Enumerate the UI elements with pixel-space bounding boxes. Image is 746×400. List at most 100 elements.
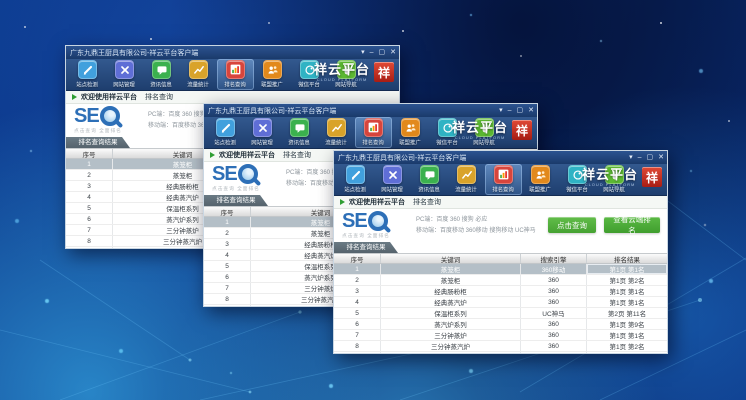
cloud-rank-button[interactable]: 查看云端排名 <box>604 217 660 233</box>
seo-letters: SE <box>74 106 99 126</box>
close-icon[interactable]: ✕ <box>528 107 534 114</box>
cell-keyword: 经典肠粉柜 <box>381 286 521 296</box>
cell-index: 5 <box>334 308 381 318</box>
toolbar-item-site-manage[interactable]: 网站管理 <box>374 164 411 195</box>
cell-engine: 360移动 <box>521 264 587 274</box>
desktop-background: 广东九鼎王厨具有限公司-祥云平台客户端 ▾–▢✕ 站点检测网站管理资讯信息流量统… <box>0 0 746 400</box>
table-row[interactable]: 6蒸汽炉系列360第1页 第9名 <box>334 319 667 330</box>
cell-engine: 360 <box>521 341 587 351</box>
maximize-icon[interactable]: ▢ <box>647 154 654 161</box>
brand-name: 祥云平台 <box>452 121 508 134</box>
cell-keyword: 三分钟蒸炉 <box>381 330 521 340</box>
cell-rank: 第1页 第1名 <box>587 286 667 296</box>
cell-index: 8 <box>334 341 381 351</box>
welcome-text: 欢迎使用祥云平台 <box>349 197 405 207</box>
site-check-icon <box>78 60 97 79</box>
tab-rank-results[interactable]: 排名查询结果 <box>66 137 130 148</box>
toolbar-item-alliance-promo[interactable]: 联盟推广 <box>392 117 429 148</box>
close-icon[interactable]: ✕ <box>390 49 396 56</box>
info-message-icon <box>152 60 171 79</box>
toolbar-item-site-manage[interactable]: 网站管理 <box>244 117 281 148</box>
titlebar[interactable]: 广东九鼎王厨具有限公司-祥云平台客户端 ▾–▢✕ <box>204 104 537 117</box>
site-check-icon <box>346 165 365 184</box>
cell-engine: 360 <box>521 319 587 329</box>
toolbar-item-label: 流量统计 <box>326 138 348 146</box>
close-icon[interactable]: ✕ <box>658 154 664 161</box>
rank-table: 序号关键词搜索引擎排名结果 1蒸笼柜360移动第1页 第1名2蒸笼柜360第1页… <box>334 253 667 354</box>
titlebar[interactable]: 广东九鼎王厨具有限公司-祥云平台客户端 ▾–▢✕ <box>66 46 399 59</box>
cell-index: 9 <box>66 247 113 249</box>
table-row[interactable]: 7三分钟蒸炉360第1页 第1名 <box>334 330 667 341</box>
toolbar-item-rank-query[interactable]: 排名查询 <box>355 117 392 148</box>
table-row[interactable]: 9智能蒸汽蒸炉搜狗第1页 第1名 <box>334 352 667 354</box>
cell-index: 7 <box>204 283 251 293</box>
cell-keyword: 蒸汽炉系列 <box>381 319 521 329</box>
toolbar-item-info-message[interactable]: 资讯信息 <box>281 117 318 148</box>
minimize-icon[interactable]: – <box>370 49 374 56</box>
toolbar-item-info-message[interactable]: 资讯信息 <box>411 164 448 195</box>
minimize-icon[interactable]: – <box>638 154 642 161</box>
tab-rank-results[interactable]: 排名查询结果 <box>334 242 398 253</box>
tab-strip: 排名查询结果 <box>334 242 667 253</box>
toolbar-item-label: 流量统计 <box>188 80 210 88</box>
titlebar[interactable]: 广东九鼎王厨具有限公司-祥云平台客户端 ▾–▢ ✕ <box>334 151 667 164</box>
query-button[interactable]: 点击查询 <box>548 217 596 233</box>
toolbar-item-label: 排名查询 <box>493 185 515 193</box>
welcome-bar: 欢迎使用祥云平台 排名查询 <box>334 196 667 209</box>
toolbar-item-traffic-stats[interactable]: 流量统计 <box>318 117 355 148</box>
maximize-icon[interactable]: ▢ <box>517 107 524 114</box>
toolbar-item-site-check[interactable]: 站点检测 <box>207 117 244 148</box>
brand-logo: 祥云平台 CLOUD PLATFORM 祥 <box>452 120 532 140</box>
window-title: 广东九鼎王厨具有限公司-祥云平台客户端 <box>338 153 466 163</box>
toolbar: 站点检测网站管理资讯信息流量统计排名查询联盟推广微信平台网站导航 祥云平台 CL… <box>204 117 537 149</box>
toolbar-item-label: 联盟推广 <box>400 138 422 146</box>
section-label: 排名查询 <box>283 150 311 160</box>
toolbar-item-site-check[interactable]: 站点检测 <box>69 59 106 90</box>
seo-letters: SE <box>212 164 237 184</box>
table-row[interactable]: 8三分钟蒸汽炉360第1页 第2名 <box>334 341 667 352</box>
toolbar-item-alliance-promo[interactable]: 联盟推广 <box>254 59 291 90</box>
toolbar-item-site-manage[interactable]: 网站管理 <box>106 59 143 90</box>
menu-arrow-icon[interactable]: ▾ <box>629 154 633 161</box>
table-row[interactable]: 5保温柜系列UC神马第2页 第11名 <box>334 308 667 319</box>
brand-subtitle: CLOUD PLATFORM <box>582 182 638 187</box>
table-row[interactable]: 1蒸笼柜360移动第1页 第1名 <box>334 264 667 275</box>
tab-rank-results[interactable]: 排名查询结果 <box>204 195 268 206</box>
toolbar-item-alliance-promo[interactable]: 联盟推广 <box>522 164 559 195</box>
toolbar-item-site-check[interactable]: 站点检测 <box>337 164 374 195</box>
toolbar-item-rank-query[interactable]: 排名查询 <box>485 164 522 195</box>
minimize-icon[interactable]: – <box>508 107 512 114</box>
site-check-icon <box>216 118 235 137</box>
alliance-promo-icon <box>531 165 550 184</box>
cell-index: 1 <box>66 159 113 169</box>
brand-seal-icon: 祥 <box>642 167 662 187</box>
maximize-icon[interactable]: ▢ <box>379 49 386 56</box>
table-row[interactable]: 3经典肠粉柜360第1页 第1名 <box>334 286 667 297</box>
seo-logo: SE 点击查询 全面排名 <box>342 211 392 239</box>
rank-query-icon <box>494 165 513 184</box>
window-controls: ▾–▢ ✕ <box>499 104 534 117</box>
seo-slogan: 点击查询 全面排名 <box>212 185 260 192</box>
table-row[interactable]: 4经典蒸汽炉360第1页 第1名 <box>334 297 667 308</box>
menu-arrow-icon[interactable]: ▾ <box>499 107 503 114</box>
welcome-text: 欢迎使用祥云平台 <box>81 92 137 102</box>
table-row[interactable]: 2蒸笼柜360第1页 第2名 <box>334 275 667 286</box>
cell-index: 8 <box>66 236 113 246</box>
cell-index: 3 <box>334 286 381 296</box>
toolbar-item-traffic-stats[interactable]: 流量统计 <box>180 59 217 90</box>
brand-seal-icon: 祥 <box>374 62 394 82</box>
column-header: 搜索引擎 <box>521 254 587 263</box>
toolbar-item-traffic-stats[interactable]: 流量统计 <box>448 164 485 195</box>
toolbar-item-info-message[interactable]: 资讯信息 <box>143 59 180 90</box>
table-header: 序号关键词搜索引擎排名结果 <box>334 254 667 264</box>
cell-keyword: 经典蒸汽炉 <box>381 297 521 307</box>
section-label: 排名查询 <box>145 92 173 102</box>
traffic-stats-icon <box>327 118 346 137</box>
cell-rank: 第2页 第11名 <box>587 308 667 318</box>
cell-index: 6 <box>204 272 251 282</box>
menu-arrow-icon[interactable]: ▾ <box>361 49 365 56</box>
traffic-stats-icon <box>457 165 476 184</box>
seo-letters: SE <box>342 211 367 231</box>
toolbar-item-rank-query[interactable]: 排名查询 <box>217 59 254 90</box>
cell-index: 6 <box>66 214 113 224</box>
